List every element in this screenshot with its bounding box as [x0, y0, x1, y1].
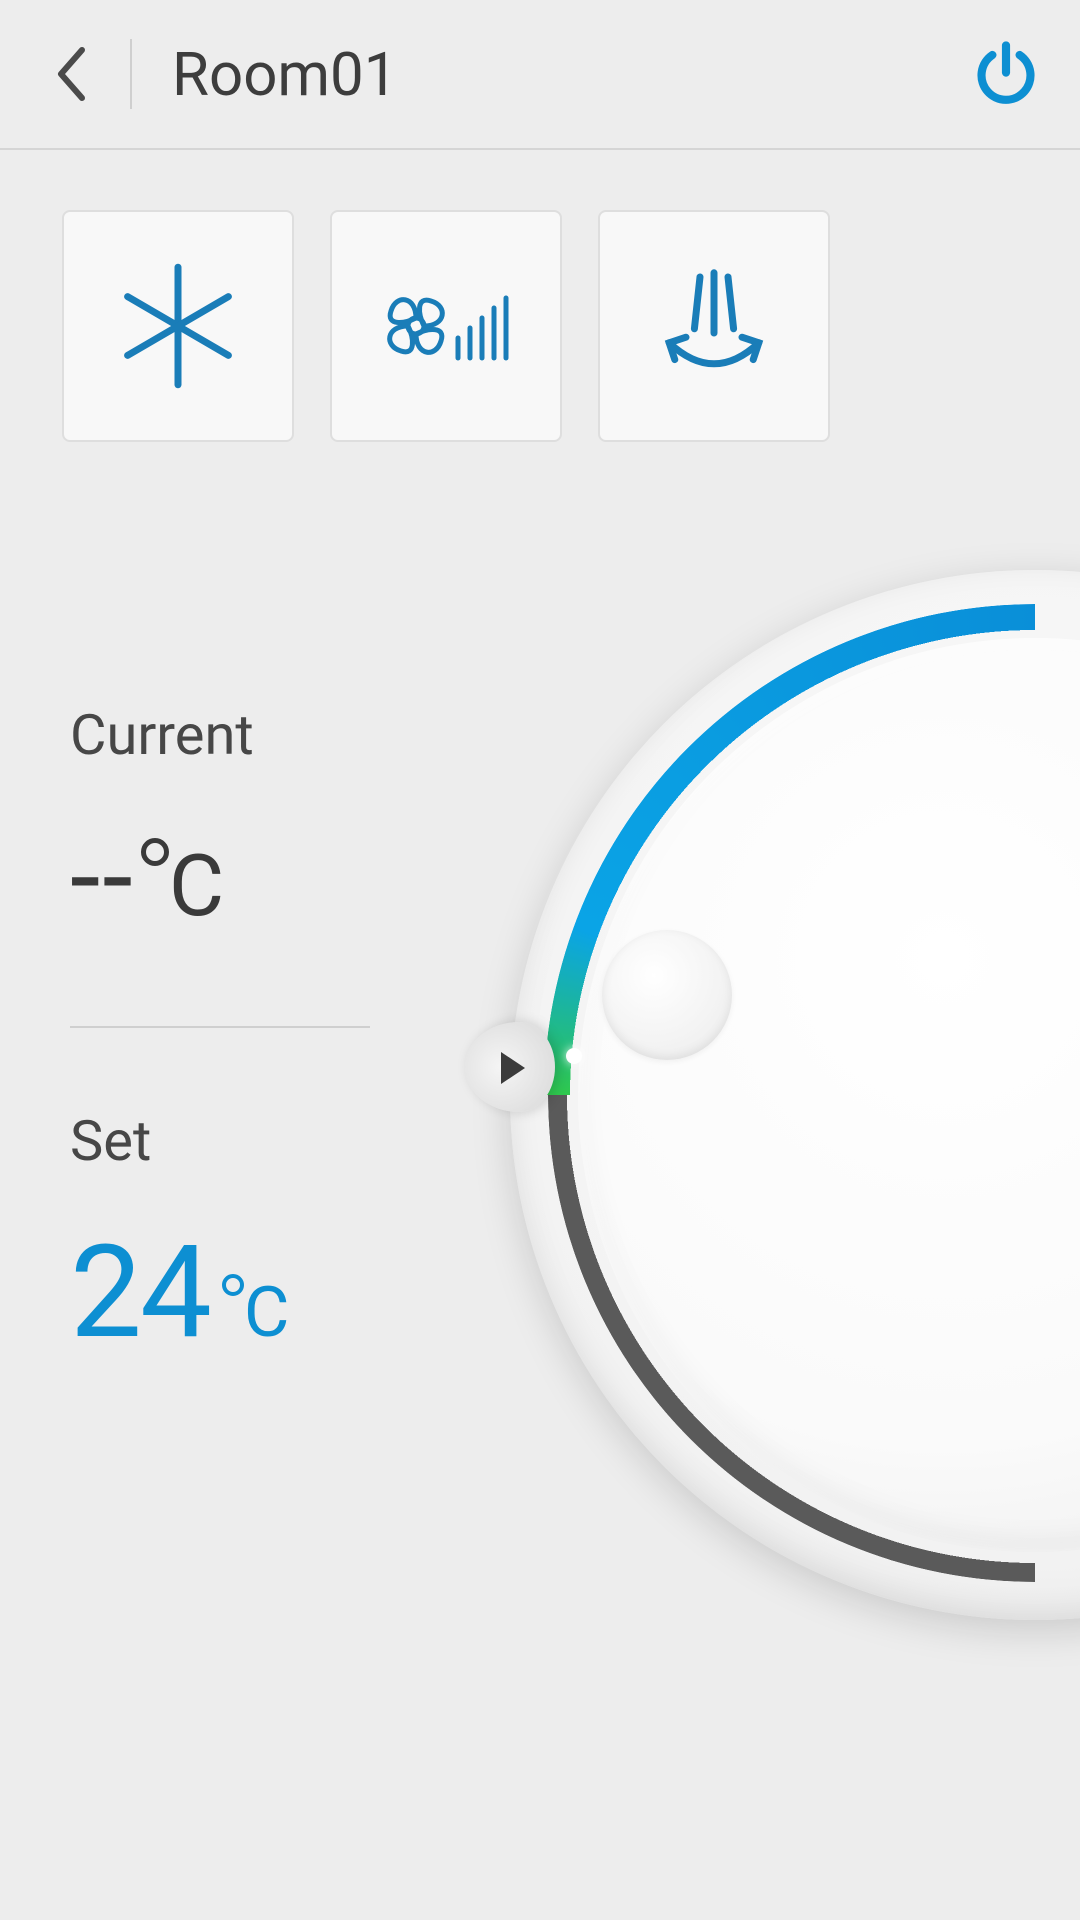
fan-speed-icon: [376, 256, 516, 396]
mode-fan-button[interactable]: [330, 210, 562, 442]
chevron-left-icon: [52, 44, 88, 104]
mode-cool-button[interactable]: [62, 210, 294, 442]
temp-divider: [70, 1026, 370, 1028]
play-triangle-icon: [501, 1052, 525, 1084]
set-temp-unit: C: [222, 1272, 290, 1354]
power-button[interactable]: [972, 40, 1040, 108]
air-swing-icon: [644, 256, 784, 396]
back-button[interactable]: [40, 44, 100, 104]
current-temp-unit: C: [141, 836, 224, 936]
temperature-dial[interactable]: [510, 570, 1080, 1620]
mode-swing-button[interactable]: [598, 210, 830, 442]
set-temp-value: 24: [70, 1229, 210, 1357]
snowflake-icon: [108, 256, 248, 396]
dial-indicator-dot: [566, 1048, 582, 1064]
power-icon: [972, 40, 1040, 108]
dial-handle[interactable]: [465, 1022, 555, 1112]
dial-bump: [602, 930, 732, 1060]
current-temp-value: --: [70, 823, 135, 933]
mode-buttons-row: [0, 150, 1080, 442]
header-bar: Room01: [0, 0, 1080, 150]
room-title: Room01: [172, 39, 972, 110]
header-divider: [130, 39, 132, 109]
